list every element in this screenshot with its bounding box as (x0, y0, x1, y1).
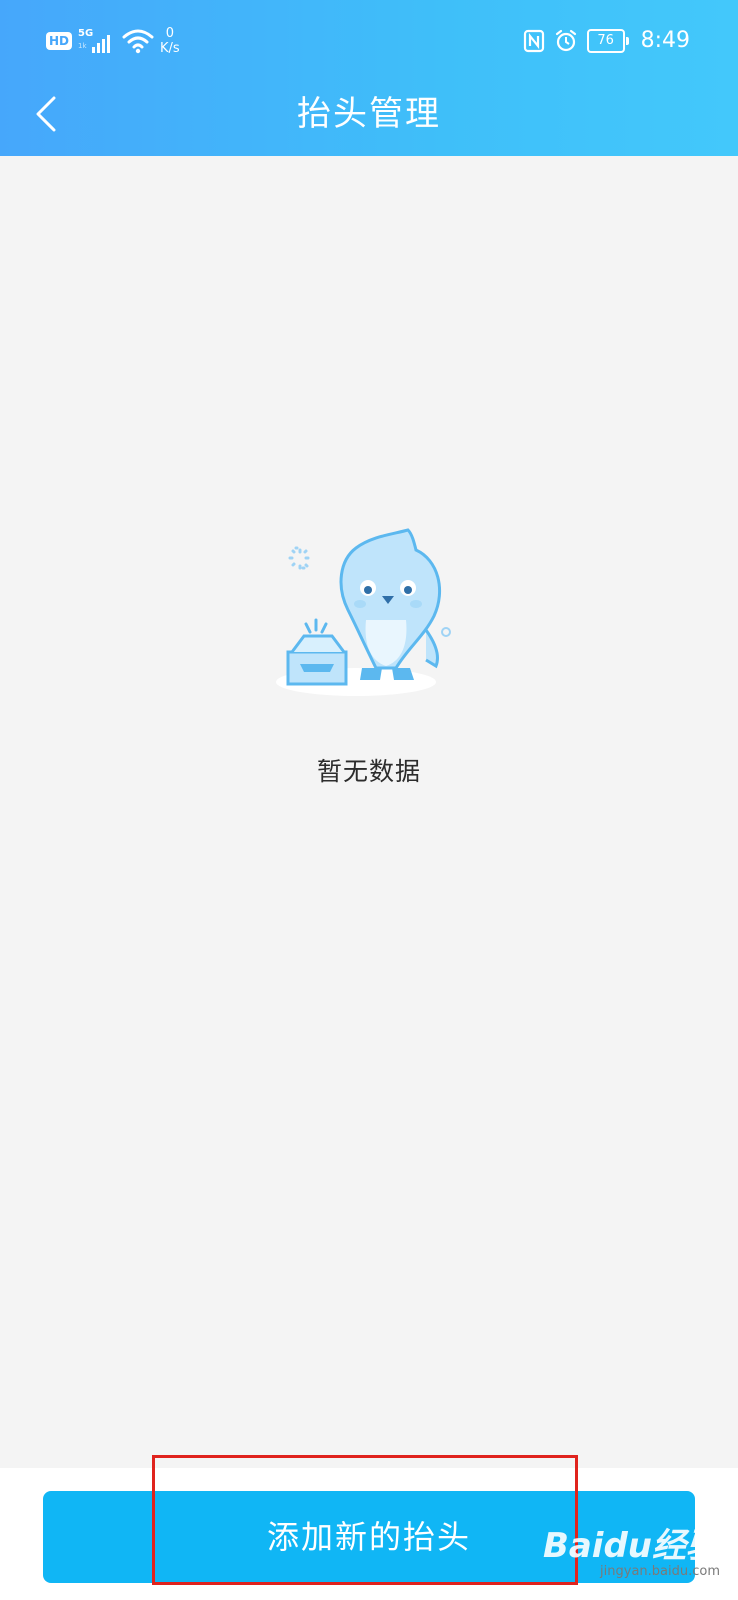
nfc-icon (523, 29, 544, 52)
page-title: 抬头管理 (297, 94, 441, 134)
wifi-icon (122, 29, 154, 54)
app-header: HD 5G 1k 0 K/s 76 8:49 抬头管理 (0, 0, 738, 156)
status-bar: HD 5G 1k 0 K/s 76 8:49 (0, 0, 738, 80)
network-speed-unit: K/s (160, 41, 180, 56)
penguin-empty-box-illustration (276, 528, 451, 696)
network-speed: 0 K/s (160, 26, 180, 56)
status-time: 8:49 (640, 28, 690, 53)
empty-message: 暂无数据 (316, 757, 421, 786)
network-speed-value: 0 (165, 26, 174, 41)
watermark-logo: Baidu经验 (542, 1526, 720, 1566)
battery-icon: 76 (586, 28, 629, 53)
network-sub-label: 1k (78, 42, 87, 50)
cellular-signal-icon: 5G 1k (78, 27, 116, 55)
network-type-label: 5G (78, 28, 94, 39)
alarm-icon (555, 29, 576, 51)
hd-badge: HD (46, 32, 73, 50)
watermark-url: jingyan.baidu.com (600, 1564, 720, 1579)
baidu-watermark: Baidu经验 jingyan.baidu.com (543, 1528, 720, 1580)
nav-bar: 抬头管理 (0, 80, 738, 156)
